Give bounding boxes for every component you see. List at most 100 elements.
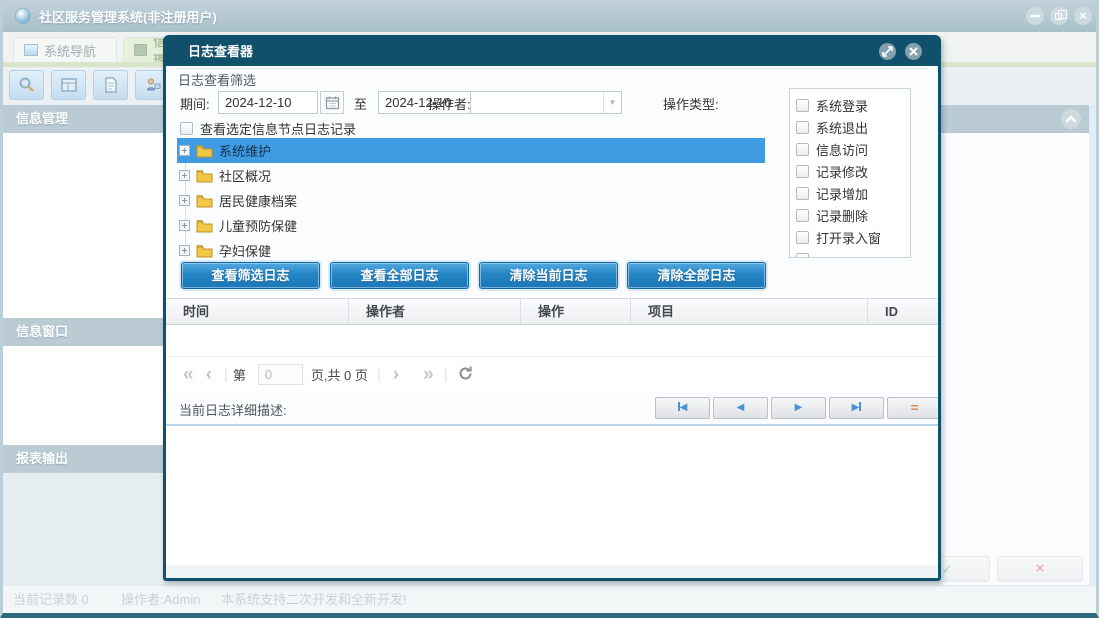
view-filtered-logs-button[interactable]: 查看筛选日志 [181, 262, 320, 289]
document-button[interactable] [93, 70, 128, 100]
next-arrow-icon: ▶ [794, 402, 803, 413]
date-from-input[interactable] [218, 91, 318, 114]
record-first-button[interactable]: ◀ [655, 397, 710, 419]
operator-combobox[interactable]: ▼ [470, 91, 622, 114]
view-all-logs-button[interactable]: 查看全部日志 [330, 262, 469, 289]
tree-item-label: 系统维护 [219, 144, 272, 159]
type-label: 记录修改 [816, 164, 869, 180]
report-grid-button[interactable] [51, 70, 86, 100]
node-filter-label: 查看选定信息节点日志记录 [200, 122, 357, 137]
expand-plus-icon[interactable] [179, 145, 190, 156]
filter-fieldset-border [176, 68, 928, 69]
detail-label: 当前日志详细描述: [179, 403, 287, 418]
collapse-button[interactable] [1061, 109, 1081, 129]
column-operator[interactable]: 操作者 [349, 299, 521, 324]
detail-description-area[interactable] [166, 424, 938, 565]
node-filter-checkbox-row[interactable]: 查看选定信息节点日志记录 [180, 119, 356, 138]
record-prev-button[interactable]: ◀ [713, 397, 768, 419]
restore-button[interactable] [1050, 7, 1068, 25]
record-delete-button[interactable]: = [887, 397, 938, 419]
operation-type-list[interactable]: 系统登录 系统退出 信息访问 记录修改 记录增加 记录删除 打开录入窗 [789, 88, 911, 258]
dialog-close-icon [909, 47, 918, 56]
expand-plus-icon[interactable] [179, 245, 190, 256]
clear-current-logs-button[interactable]: 清除当前日志 [479, 262, 618, 289]
restore-icon [1055, 10, 1067, 20]
column-id[interactable]: ID [868, 299, 938, 324]
cross-icon: × [1035, 560, 1045, 577]
column-time[interactable]: 时间 [166, 299, 349, 324]
right-panel-header [941, 105, 1089, 133]
checkbox[interactable] [796, 208, 809, 222]
resize-icon [882, 46, 893, 57]
page-prefix: 第 [232, 368, 246, 383]
type-item-partial[interactable] [796, 248, 910, 257]
folder-icon [196, 244, 213, 257]
close-button[interactable]: × [1074, 7, 1092, 25]
type-item-info-access[interactable]: 信息访问 [796, 138, 910, 160]
type-item-login[interactable]: 系统登录 [796, 94, 910, 116]
tab-system-nav-label: 系统导航 [44, 43, 97, 59]
tree-item-label: 孕妇保健 [219, 244, 272, 258]
tree-item-maternal-care[interactable]: 孕妇保健 [177, 238, 765, 258]
separator: | [223, 366, 228, 383]
log-viewer-dialog: 日志查看器 日志查看筛选 期间: 至 操作者: ▼ [163, 35, 941, 581]
prev-page-icon[interactable]: ‹ [199, 364, 219, 385]
tab-system-nav[interactable]: 系统导航 [13, 37, 117, 62]
search-edit-button[interactable] [9, 70, 44, 100]
to-label: 至 [354, 97, 368, 112]
checkbox[interactable] [796, 98, 809, 112]
page-number-input[interactable] [257, 364, 303, 385]
tree-item-system-maintenance[interactable]: 系统维护 [177, 138, 765, 163]
type-item-record-add[interactable]: 记录增加 [796, 182, 910, 204]
dialog-title: 日志查看器 [188, 44, 254, 59]
document-icon [104, 77, 117, 93]
tree-item-community-overview[interactable]: 社区概况 [177, 163, 765, 188]
tree-item-child-preventive-care[interactable]: 儿童预防保健 [177, 213, 765, 238]
right-scrollbar[interactable] [1089, 105, 1096, 585]
checkbox[interactable] [796, 252, 809, 257]
record-next-button[interactable]: ▶ [771, 397, 826, 419]
log-table-header: 时间 操作者 操作 项目 ID [166, 298, 938, 325]
chevron-up-icon [1065, 115, 1077, 123]
node-filter-checkbox[interactable] [180, 122, 193, 135]
checkbox[interactable] [796, 120, 809, 134]
checkbox[interactable] [796, 142, 809, 156]
chevron-down-icon[interactable]: ▼ [603, 92, 621, 113]
expand-plus-icon[interactable] [179, 195, 190, 206]
confirm-cancel-button[interactable]: × [997, 556, 1083, 582]
first-page-icon[interactable]: « [176, 364, 199, 385]
type-item-logout[interactable]: 系统退出 [796, 116, 910, 138]
expand-plus-icon[interactable] [179, 220, 190, 231]
tree-item-resident-health-records[interactable]: 居民健康档案 [177, 188, 765, 213]
type-label: 操作类型: [663, 97, 719, 112]
column-item[interactable]: 项目 [631, 299, 868, 324]
type-item-record-modify[interactable]: 记录修改 [796, 160, 910, 182]
checkbox[interactable] [796, 164, 809, 178]
app-window: 社区服务管理系统(非注册用户) × 系统导航 信息管理 [0, 0, 1099, 618]
next-page-icon[interactable]: › [386, 364, 406, 385]
minimize-button[interactable] [1026, 7, 1044, 25]
record-last-button[interactable]: ▶ [829, 397, 884, 419]
dialog-titlebar[interactable]: 日志查看器 [166, 38, 938, 66]
status-operator: 操作者:Admin [121, 592, 201, 607]
panel-header-report[interactable]: 报表输出 [3, 445, 166, 473]
type-label: 信息访问 [816, 142, 869, 158]
column-operation[interactable]: 操作 [521, 299, 631, 324]
clear-all-logs-button[interactable]: 清除全部日志 [627, 262, 766, 289]
type-item-open-entry-window[interactable]: 打开录入窗 [796, 226, 910, 248]
type-item-record-delete[interactable]: 记录删除 [796, 204, 910, 226]
panel-header-info-window[interactable]: 信息窗口 [3, 318, 166, 346]
info-node-tree: 系统维护 社区概况 居民健康档案 儿童预防保健 孕妇保健 [177, 138, 765, 258]
refresh-button[interactable] [457, 365, 474, 385]
last-page-icon[interactable]: » [416, 364, 439, 385]
expand-plus-icon[interactable] [179, 170, 190, 181]
checkbox[interactable] [796, 230, 809, 244]
dialog-close-button[interactable] [905, 43, 922, 60]
period-label: 期间: [180, 97, 210, 112]
panel-header-info-mgmt[interactable]: 信息管理 [3, 105, 166, 133]
date-from-calendar-button[interactable] [320, 91, 344, 114]
type-label: 系统登录 [816, 98, 869, 114]
checkbox[interactable] [796, 186, 809, 200]
next-arrow-icon: ▶ [851, 402, 860, 413]
dialog-resize-button[interactable] [879, 43, 896, 60]
